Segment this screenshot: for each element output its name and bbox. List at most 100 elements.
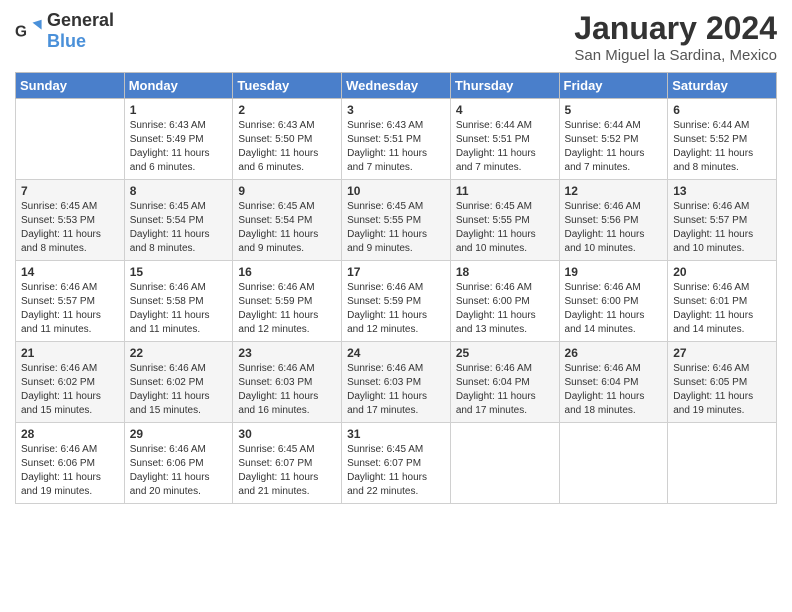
col-friday: Friday — [559, 73, 668, 99]
day-info: Sunrise: 6:45 AMSunset: 6:07 PMDaylight:… — [238, 443, 336, 499]
calendar-cell — [450, 423, 559, 504]
calendar-cell: 5Sunrise: 6:44 AMSunset: 5:52 PMDaylight… — [559, 99, 668, 180]
day-info: Sunrise: 6:46 AMSunset: 6:05 PMDaylight:… — [673, 362, 771, 418]
day-number: 9 — [238, 184, 336, 198]
day-number: 26 — [565, 346, 663, 360]
calendar-cell: 22 Sunrise: 6:46 AMSunset: 6:02 PMDayligh… — [124, 342, 233, 423]
logo-general: General — [47, 10, 114, 30]
day-info: Sunrise: 6:44 AMSunset: 5:52 PMDaylight:… — [673, 119, 771, 175]
calendar-cell: 30 Sunrise: 6:45 AMSunset: 6:07 PMDayligh… — [233, 423, 342, 504]
calendar-cell: 31 Sunrise: 6:45 AMSunset: 6:07 PMDayligh… — [342, 423, 451, 504]
day-number: 2 — [238, 103, 336, 117]
day-info: Sunrise: 6:46 AMSunset: 5:59 PMDaylight:… — [238, 281, 336, 337]
calendar-cell — [559, 423, 668, 504]
day-info: Sunrise: 6:46 AMSunset: 6:01 PMDaylight:… — [673, 281, 771, 337]
day-info: Sunrise: 6:44 AMSunset: 5:52 PMDaylight:… — [565, 119, 663, 175]
day-info: Sunrise: 6:45 AMSunset: 5:55 PMDaylight:… — [347, 200, 445, 256]
day-number: 27 — [673, 346, 771, 360]
day-number: 28 — [21, 427, 119, 441]
calendar-cell: 4Sunrise: 6:44 AMSunset: 5:51 PMDaylight… — [450, 99, 559, 180]
day-number: 19 — [565, 265, 663, 279]
day-number: 31 — [347, 427, 445, 441]
day-number: 21 — [21, 346, 119, 360]
calendar-cell: 19 Sunrise: 6:46 AMSunset: 6:00 PMDayligh… — [559, 261, 668, 342]
calendar-cell: 20 Sunrise: 6:46 AMSunset: 6:01 PMDayligh… — [668, 261, 777, 342]
calendar-cell: 25 Sunrise: 6:46 AMSunset: 6:04 PMDayligh… — [450, 342, 559, 423]
logo-icon: G — [15, 17, 43, 45]
day-number: 11 — [456, 184, 554, 198]
col-sunday: Sunday — [16, 73, 125, 99]
day-number: 14 — [21, 265, 119, 279]
calendar-cell: 8 Sunrise: 6:45 AMSunset: 5:54 PMDaylight… — [124, 180, 233, 261]
calendar-cell — [16, 99, 125, 180]
day-info: Sunrise: 6:45 AMSunset: 5:55 PMDaylight:… — [456, 200, 554, 256]
day-number: 15 — [130, 265, 228, 279]
day-info: Sunrise: 6:46 AMSunset: 6:04 PMDaylight:… — [456, 362, 554, 418]
day-info: Sunrise: 6:46 AMSunset: 5:56 PMDaylight:… — [565, 200, 663, 256]
day-info: Sunrise: 6:46 AMSunset: 5:57 PMDaylight:… — [673, 200, 771, 256]
day-number: 10 — [347, 184, 445, 198]
day-number: 18 — [456, 265, 554, 279]
day-info: Sunrise: 6:45 AMSunset: 5:54 PMDaylight:… — [130, 200, 228, 256]
calendar-cell: 15 Sunrise: 6:46 AMSunset: 5:58 PMDayligh… — [124, 261, 233, 342]
calendar-week-4: 21 Sunrise: 6:46 AMSunset: 6:02 PMDayligh… — [16, 342, 777, 423]
day-number: 20 — [673, 265, 771, 279]
day-info: Sunrise: 6:46 AMSunset: 5:57 PMDaylight:… — [21, 281, 119, 337]
day-number: 4 — [456, 103, 554, 117]
calendar-cell: 6Sunrise: 6:44 AMSunset: 5:52 PMDaylight… — [668, 99, 777, 180]
day-info: Sunrise: 6:46 AMSunset: 6:06 PMDaylight:… — [21, 443, 119, 499]
month-title: January 2024 — [574, 10, 777, 47]
calendar-week-2: 7Sunrise: 6:45 AMSunset: 5:53 PMDaylight… — [16, 180, 777, 261]
day-number: 30 — [238, 427, 336, 441]
day-number: 8 — [130, 184, 228, 198]
calendar-cell: 3 Sunrise: 6:43 AMSunset: 5:51 PMDaylight… — [342, 99, 451, 180]
day-info: Sunrise: 6:46 AMSunset: 6:02 PMDaylight:… — [21, 362, 119, 418]
day-number: 12 — [565, 184, 663, 198]
day-number: 16 — [238, 265, 336, 279]
day-number: 13 — [673, 184, 771, 198]
calendar-table: Sunday Monday Tuesday Wednesday Thursday… — [15, 72, 777, 504]
col-thursday: Thursday — [450, 73, 559, 99]
calendar-cell: 24Sunrise: 6:46 AMSunset: 6:03 PMDayligh… — [342, 342, 451, 423]
calendar-cell: 2 Sunrise: 6:43 AMSunset: 5:50 PMDaylight… — [233, 99, 342, 180]
day-info: Sunrise: 6:46 AMSunset: 6:04 PMDaylight:… — [565, 362, 663, 418]
calendar-cell: 12 Sunrise: 6:46 AMSunset: 5:56 PMDayligh… — [559, 180, 668, 261]
day-info: Sunrise: 6:46 AMSunset: 6:00 PMDaylight:… — [565, 281, 663, 337]
day-info: Sunrise: 6:46 AMSunset: 6:03 PMDaylight:… — [238, 362, 336, 418]
calendar-cell: 9Sunrise: 6:45 AMSunset: 5:54 PMDaylight… — [233, 180, 342, 261]
day-number: 3 — [347, 103, 445, 117]
page-header: G General Blue January 2024 San Miguel l… — [15, 10, 777, 64]
logo: G General Blue — [15, 10, 114, 52]
header-row: Sunday Monday Tuesday Wednesday Thursday… — [16, 73, 777, 99]
day-info: Sunrise: 6:43 AMSunset: 5:50 PMDaylight:… — [238, 119, 336, 175]
day-info: Sunrise: 6:46 AMSunset: 6:03 PMDaylight:… — [347, 362, 445, 418]
calendar-cell: 1 Sunrise: 6:43 AMSunset: 5:49 PMDaylight… — [124, 99, 233, 180]
day-info: Sunrise: 6:46 AMSunset: 5:59 PMDaylight:… — [347, 281, 445, 337]
calendar-cell: 26 Sunrise: 6:46 AMSunset: 6:04 PMDayligh… — [559, 342, 668, 423]
calendar-cell: 23 Sunrise: 6:46 AMSunset: 6:03 PMDayligh… — [233, 342, 342, 423]
location-title: San Miguel la Sardina, Mexico — [574, 47, 777, 64]
logo-blue: Blue — [47, 31, 86, 51]
day-info: Sunrise: 6:45 AMSunset: 6:07 PMDaylight:… — [347, 443, 445, 499]
calendar-cell: 7Sunrise: 6:45 AMSunset: 5:53 PMDaylight… — [16, 180, 125, 261]
day-info: Sunrise: 6:43 AMSunset: 5:51 PMDaylight:… — [347, 119, 445, 175]
day-number: 23 — [238, 346, 336, 360]
calendar-week-5: 28 Sunrise: 6:46 AMSunset: 6:06 PMDayligh… — [16, 423, 777, 504]
calendar-cell: 17 Sunrise: 6:46 AMSunset: 5:59 PMDayligh… — [342, 261, 451, 342]
col-saturday: Saturday — [668, 73, 777, 99]
day-info: Sunrise: 6:46 AMSunset: 5:58 PMDaylight:… — [130, 281, 228, 337]
day-number: 1 — [130, 103, 228, 117]
day-number: 25 — [456, 346, 554, 360]
day-number: 22 — [130, 346, 228, 360]
calendar-cell: 27 Sunrise: 6:46 AMSunset: 6:05 PMDayligh… — [668, 342, 777, 423]
calendar-cell: 13 Sunrise: 6:46 AMSunset: 5:57 PMDayligh… — [668, 180, 777, 261]
day-number: 17 — [347, 265, 445, 279]
day-number: 7 — [21, 184, 119, 198]
calendar-week-3: 14 Sunrise: 6:46 AMSunset: 5:57 PMDayligh… — [16, 261, 777, 342]
calendar-cell: 11 Sunrise: 6:45 AMSunset: 5:55 PMDayligh… — [450, 180, 559, 261]
day-info: Sunrise: 6:43 AMSunset: 5:49 PMDaylight:… — [130, 119, 228, 175]
calendar-cell: 16 Sunrise: 6:46 AMSunset: 5:59 PMDayligh… — [233, 261, 342, 342]
calendar-week-1: 1 Sunrise: 6:43 AMSunset: 5:49 PMDaylight… — [16, 99, 777, 180]
day-info: Sunrise: 6:46 AMSunset: 6:02 PMDaylight:… — [130, 362, 228, 418]
calendar-cell: 21 Sunrise: 6:46 AMSunset: 6:02 PMDayligh… — [16, 342, 125, 423]
